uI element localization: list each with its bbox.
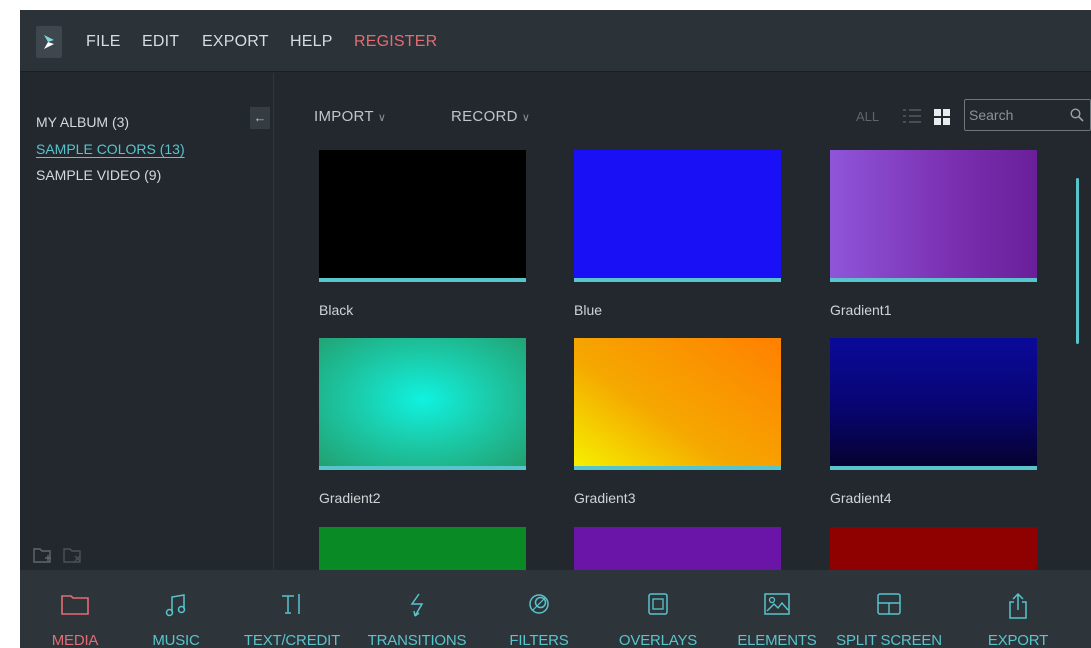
tab-music[interactable]: MUSIC [146,570,206,648]
tab-label: EXPORT [987,632,1049,648]
media-thumbnail[interactable] [319,338,526,470]
chevron-down-icon: ∨ [521,112,531,124]
search-icon[interactable] [1070,108,1084,122]
tab-label: OVERLAYS [618,632,698,648]
import-label: IMPORT [314,108,374,125]
video-editor-window: FILE EDIT EXPORT HELP REGISTER MY ALBUM … [20,10,1091,648]
import-dropdown[interactable]: IMPORT ∨ [314,108,386,125]
media-thumbnail[interactable] [319,150,526,282]
share-upload-icon [1009,592,1027,619]
album-sample-colors[interactable]: SAMPLE COLORS (13) [36,141,185,157]
tab-elements[interactable]: ELEMENTS [732,570,822,648]
tab-label: TEXT/CREDIT [243,632,341,648]
tab-text-credit[interactable]: TEXT/CREDIT [242,570,342,648]
media-tile-gradient2[interactable]: Gradient2 [319,338,526,506]
split-screen-icon [877,593,901,615]
album-sample-video[interactable]: SAMPLE VIDEO (9) [36,167,161,183]
music-note-icon [165,594,186,617]
record-label: RECORD [451,108,518,125]
tab-label: FILTERS [509,632,569,648]
media-thumbnail[interactable] [830,338,1037,470]
tab-label: ELEMENTS [737,632,817,648]
filter-all[interactable]: ALL [856,109,879,124]
media-thumbnail[interactable] [830,150,1037,282]
tab-export[interactable]: EXPORT [980,570,1056,648]
media-thumbnail[interactable] [574,150,781,282]
media-tile-gradient1[interactable]: Gradient1 [830,150,1037,318]
media-tile-black[interactable]: Black [319,150,526,318]
media-label: Gradient1 [830,302,892,318]
media-scrollbar[interactable] [1076,178,1079,344]
add-folder-icon[interactable] [32,545,54,570]
transition-arrows-icon [410,593,424,617]
album-my-album[interactable]: MY ALBUM (3) [36,114,129,130]
media-label: Black [319,302,354,318]
app-logo [36,26,62,58]
text-cursor-icon [282,594,300,614]
arrow-left-icon: ← [253,110,267,125]
menu-file[interactable]: FILE [86,33,121,51]
tab-label: SPLIT SCREEN [836,632,942,648]
tab-transitions[interactable]: TRANSITIONS [361,570,473,648]
media-label: Gradient3 [574,490,636,506]
list-view-icon[interactable] [902,108,922,129]
media-label: Blue [574,302,603,318]
grid-view-icon[interactable] [934,109,950,130]
tab-label: MUSIC [152,632,200,648]
chevron-down-icon: ∨ [377,112,387,124]
tab-split-screen[interactable]: SPLIT SCREEN [830,570,948,648]
menu-bar: FILE EDIT EXPORT HELP REGISTER [20,10,1091,72]
tab-label: MEDIA [51,632,99,648]
tab-media[interactable]: MEDIA [44,570,106,648]
search-input[interactable] [969,106,1059,124]
collapse-sidebar-button[interactable]: ← [250,107,270,129]
tab-filters[interactable]: FILTERS [503,570,575,648]
folder-icon [61,595,89,615]
overlay-square-icon [648,593,668,615]
menu-help[interactable]: HELP [290,33,333,51]
media-thumbnail[interactable] [574,338,781,470]
logo-icon [44,35,54,49]
menu-edit[interactable]: EDIT [142,33,179,51]
menu-export[interactable]: EXPORT [202,33,269,51]
tab-overlays[interactable]: OVERLAYS [610,570,706,648]
record-dropdown[interactable]: RECORD ∨ [451,108,530,125]
media-tile-blue[interactable]: Blue [574,150,781,318]
tab-label: TRANSITIONS [367,632,467,648]
image-icon [764,593,790,615]
menu-register[interactable]: REGISTER [354,33,437,51]
bottom-tab-bar: MEDIA MUSIC TEXT/CREDIT TRANSITIONS FILT… [20,570,1091,648]
media-label: Gradient4 [830,490,892,506]
delete-folder-icon[interactable] [62,545,84,570]
album-sidebar: MY ALBUM (3) SAMPLE COLORS (13) SAMPLE V… [20,73,274,570]
media-tile-gradient4[interactable]: Gradient4 [830,338,1037,506]
media-tile-gradient3[interactable]: Gradient3 [574,338,781,506]
search-box[interactable] [964,99,1091,131]
filter-circles-icon [529,594,549,614]
media-label: Gradient2 [319,490,381,506]
